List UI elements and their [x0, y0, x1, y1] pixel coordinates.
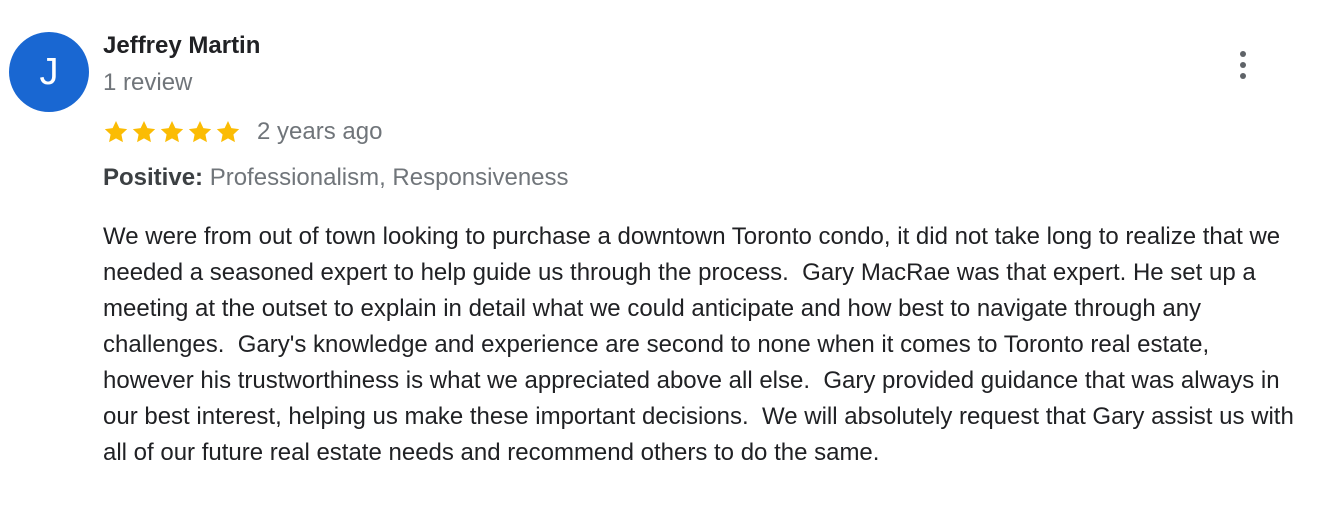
review-date: 2 years ago — [257, 118, 383, 145]
reviewer-name[interactable]: Jeffrey Martin — [103, 32, 260, 60]
star-rating — [103, 119, 241, 145]
star-icon — [216, 120, 240, 143]
review-highlights: Positive: Professionalism, Responsivenes… — [103, 164, 569, 192]
more-vert-icon-dot — [1240, 73, 1246, 79]
review-card: J Jeffrey Martin 1 review 2 years ago Po… — [0, 0, 1322, 523]
star-icon — [132, 120, 156, 143]
star-icon — [188, 120, 212, 143]
more-vert-icon-dot — [1240, 62, 1246, 68]
avatar-initial: J — [39, 50, 59, 93]
review-text: We were from out of town looking to purc… — [103, 223, 1301, 466]
more-options-button[interactable] — [1229, 48, 1257, 82]
highlights-value: Professionalism, Responsiveness — [209, 164, 569, 191]
star-icon — [160, 120, 184, 143]
avatar[interactable]: J — [9, 32, 89, 112]
highlights-label: Positive: — [103, 164, 204, 191]
rating-row: 2 years ago — [103, 114, 382, 150]
reviewer-review-count[interactable]: 1 review — [103, 69, 192, 97]
more-vert-icon — [1240, 51, 1246, 57]
star-icon — [104, 120, 128, 143]
